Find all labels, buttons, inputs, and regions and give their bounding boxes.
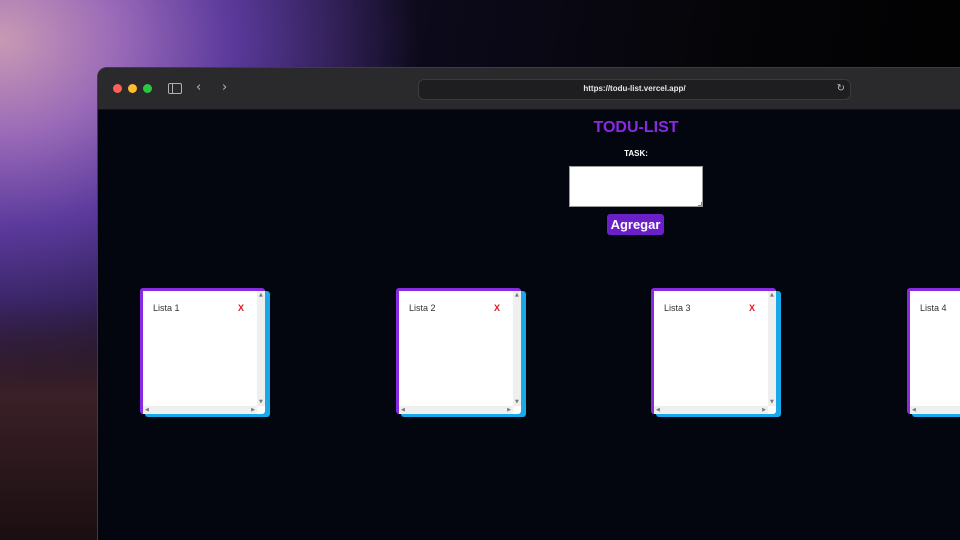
scroll-left-icon[interactable]: ◀	[912, 407, 916, 413]
maximize-window-button[interactable]	[143, 84, 152, 93]
vertical-scrollbar[interactable]: ▲ ▼	[768, 291, 776, 406]
scroll-right-icon[interactable]: ▶	[762, 407, 766, 413]
list-card-body[interactable]: Lista 3 X ▲ ▼ ◀ ▶	[651, 288, 776, 414]
list-title: Lista 4	[920, 303, 947, 313]
list-card: Lista 1 X ▲ ▼ ◀ ▶	[140, 288, 270, 417]
delete-list-button[interactable]: X	[238, 303, 244, 313]
chevron-left-icon[interactable]: ‹	[196, 81, 201, 95]
vertical-scrollbar[interactable]: ▲ ▼	[257, 291, 265, 406]
scroll-down-icon[interactable]: ▼	[259, 399, 263, 405]
horizontal-scrollbar[interactable]: ◀ ▶	[399, 406, 513, 414]
desktop-wallpaper	[0, 300, 100, 540]
scroll-right-icon[interactable]: ▶	[251, 407, 255, 413]
list-card: Lista 3 X ▲ ▼ ◀ ▶	[651, 288, 781, 417]
chevron-right-icon[interactable]: ›	[222, 81, 227, 95]
task-label: TASK:	[624, 149, 648, 158]
add-task-button[interactable]: Agregar	[607, 214, 664, 235]
url-text: https://todu-list.vercel.app/	[583, 84, 686, 93]
scroll-left-icon[interactable]: ◀	[401, 407, 405, 413]
horizontal-scrollbar[interactable]: ◀ ▶	[910, 406, 960, 414]
horizontal-scrollbar[interactable]: ◀ ▶	[143, 406, 257, 414]
browser-toolbar: ‹ › https://todu-list.vercel.app/ ↻	[98, 68, 960, 110]
resize-grip-icon[interactable]	[698, 202, 702, 206]
scroll-left-icon[interactable]: ◀	[656, 407, 660, 413]
page-viewport: TODU-LIST TASK: Agregar Lista 1 X ▲ ▼ ◀ …	[98, 111, 960, 540]
list-title: Lista 3	[664, 303, 691, 313]
delete-list-button[interactable]: X	[749, 303, 755, 313]
app-title: TODU-LIST	[593, 119, 679, 136]
sidebar-icon[interactable]	[168, 83, 182, 94]
reload-icon[interactable]: ↻	[837, 83, 845, 94]
task-input[interactable]	[569, 166, 703, 207]
minimize-window-button[interactable]	[128, 84, 137, 93]
horizontal-scrollbar[interactable]: ◀ ▶	[654, 406, 768, 414]
close-window-button[interactable]	[113, 84, 122, 93]
scroll-up-icon[interactable]: ▲	[515, 292, 519, 298]
list-card: Lista 4 X ▲ ▼ ◀ ▶	[907, 288, 960, 417]
scroll-down-icon[interactable]: ▼	[515, 399, 519, 405]
vertical-scrollbar[interactable]: ▲ ▼	[513, 291, 521, 406]
list-title: Lista 1	[153, 303, 180, 313]
list-card-body[interactable]: Lista 4 X ▲ ▼ ◀ ▶	[907, 288, 960, 414]
scroll-up-icon[interactable]: ▲	[770, 292, 774, 298]
delete-list-button[interactable]: X	[494, 303, 500, 313]
list-card: Lista 2 X ▲ ▼ ◀ ▶	[396, 288, 526, 417]
scroll-right-icon[interactable]: ▶	[507, 407, 511, 413]
scroll-up-icon[interactable]: ▲	[259, 292, 263, 298]
scroll-down-icon[interactable]: ▼	[770, 399, 774, 405]
address-bar[interactable]: https://todu-list.vercel.app/ ↻	[418, 79, 851, 100]
scroll-left-icon[interactable]: ◀	[145, 407, 149, 413]
list-card-body[interactable]: Lista 2 X ▲ ▼ ◀ ▶	[396, 288, 521, 414]
browser-window: ‹ › https://todu-list.vercel.app/ ↻ TODU…	[97, 67, 960, 540]
list-card-body[interactable]: Lista 1 X ▲ ▼ ◀ ▶	[140, 288, 265, 414]
list-title: Lista 2	[409, 303, 436, 313]
